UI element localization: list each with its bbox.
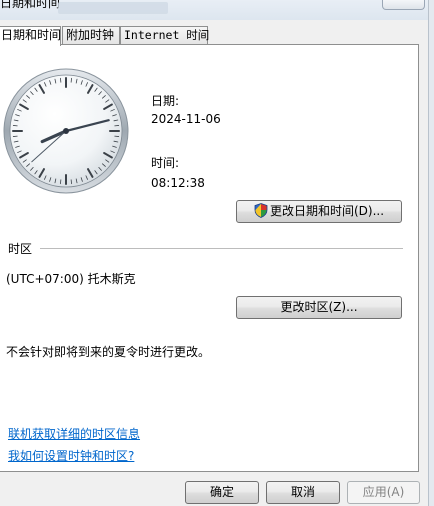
tab-additional-clocks[interactable]: 附加时钟: [62, 26, 120, 45]
timezone-header: 时区: [8, 242, 33, 256]
cancel-button-label: 取消: [290, 485, 315, 499]
time-value: 08:12:38: [151, 176, 205, 190]
tab-date-time[interactable]: 日期和时间: [0, 26, 61, 46]
apply-button-label: 应用(A): [362, 485, 405, 499]
analog-clock: [2, 67, 130, 198]
close-button[interactable]: [382, 0, 425, 10]
title-bar: 日期和时间: [0, 0, 434, 20]
link-how-to-set-clock[interactable]: 我如何设置时钟和时区?: [8, 447, 134, 464]
tab-internet-time[interactable]: Internet 时间: [120, 26, 210, 45]
change-date-time-button-label: 更改日期和时间(D)...: [269, 204, 385, 218]
timezone-separator: [40, 248, 403, 249]
time-label: 时间:: [151, 156, 180, 170]
change-timezone-button-label: 更改时区(Z)...: [280, 300, 358, 314]
window-title: 日期和时间: [0, 0, 61, 10]
title-bar-blurred-area: [58, 2, 168, 14]
link-online-timezone-info[interactable]: 联机获取详细的时区信息: [8, 425, 140, 442]
tab-additional-clocks-label: 附加时钟: [66, 28, 115, 42]
ok-button[interactable]: 确定: [185, 481, 259, 504]
cancel-button[interactable]: 取消: [266, 481, 340, 504]
change-date-time-button[interactable]: 更改日期和时间(D)...: [236, 200, 402, 223]
change-timezone-button[interactable]: 更改时区(Z)...: [236, 296, 402, 319]
ok-button-label: 确定: [209, 485, 234, 499]
current-timezone: (UTC+07:00) 托木斯克: [6, 272, 136, 286]
apply-button: 应用(A): [347, 481, 420, 504]
uac-shield-icon: [254, 203, 268, 225]
date-label: 日期:: [151, 94, 180, 108]
tab-internet-time-label: Internet 时间: [124, 28, 210, 42]
tab-date-time-label: 日期和时间: [1, 28, 62, 42]
window-right-border: [428, 0, 434, 506]
dst-note: 不会针对即将到来的夏令时进行更改。: [6, 345, 211, 359]
date-value: 2024-11-06: [151, 112, 221, 126]
